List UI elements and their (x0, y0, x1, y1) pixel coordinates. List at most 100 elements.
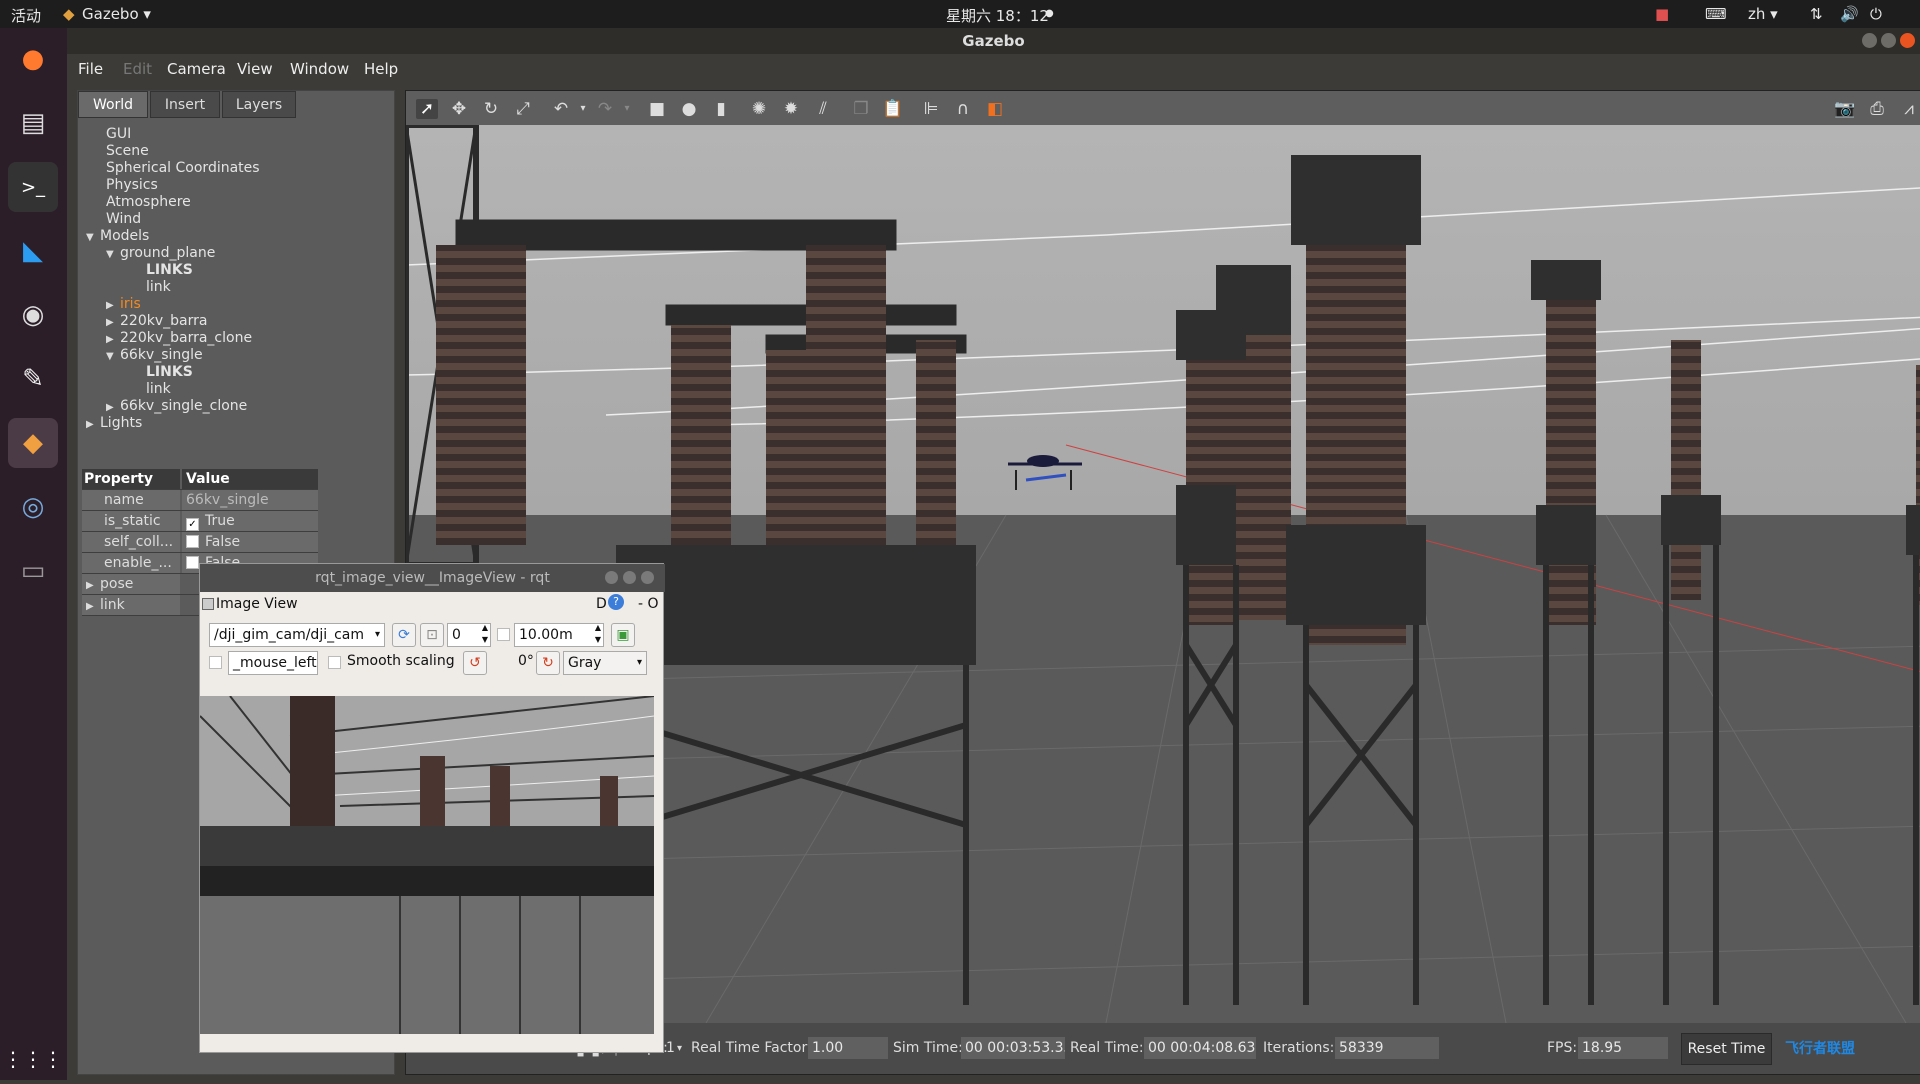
help-icon[interactable]: ? (608, 594, 624, 610)
tree-item-wind[interactable]: Wind (106, 211, 141, 228)
close-button[interactable] (1900, 33, 1915, 48)
tree-item-220kv-barra-clone[interactable]: ▶ 220kv_barra_clone (106, 330, 252, 348)
distance-spinbox[interactable]: 10.00m ▲ ▼ (514, 623, 604, 647)
camera-icon[interactable]: ◉ (8, 290, 58, 340)
expanded-arrow-icon[interactable]: ▼ (106, 246, 120, 263)
mouse-topic-input[interactable]: _mouse_left (228, 651, 318, 675)
tree-item-links[interactable]: LINKS (146, 262, 193, 279)
collapsed-arrow-icon[interactable]: ▶ (106, 331, 120, 348)
number-spinbox[interactable]: 0 ▲ ▼ (447, 623, 491, 647)
tree-item-iris[interactable]: ▶ iris (106, 296, 141, 314)
undo-icon[interactable]: ↶ (550, 99, 572, 119)
minimize-button[interactable] (1862, 33, 1877, 48)
box-shape-icon[interactable]: ■ (646, 99, 668, 119)
redo-icon[interactable]: ↷ (594, 99, 616, 119)
collapsed-arrow-icon[interactable]: ▶ (86, 576, 100, 594)
activities-button[interactable]: 活动 (11, 5, 41, 26)
property-value[interactable]: False (182, 532, 318, 552)
smooth-scaling-checkbox[interactable] (328, 656, 341, 669)
screen-record-icon[interactable]: ■ (1655, 5, 1669, 23)
log-icon[interactable]: ⎙ (1866, 99, 1888, 119)
keyboard-icon[interactable]: ⌨ (1705, 5, 1727, 23)
spin-arrows-icon[interactable]: ▲ ▼ (595, 624, 601, 646)
tree-item-220kv-barra[interactable]: ▶ 220kv_barra (106, 313, 207, 331)
tree-item-spherical[interactable]: Spherical Coordinates (106, 160, 260, 177)
plot-icon[interactable]: ⩘ (1898, 99, 1920, 119)
change-view-icon[interactable]: ◧ (984, 99, 1006, 119)
collapsed-arrow-icon[interactable]: ▶ (106, 297, 120, 314)
menu-file[interactable]: File (78, 60, 103, 78)
spot-light-icon[interactable]: ✹ (780, 99, 802, 119)
reset-time-button[interactable]: Reset Time (1681, 1033, 1772, 1065)
steps-dropdown-icon[interactable]: ▾ (677, 1043, 682, 1054)
files-icon[interactable]: ▤ (8, 98, 58, 148)
tab-world[interactable]: World (78, 91, 148, 118)
expanded-arrow-icon[interactable]: ▼ (86, 229, 100, 246)
property-row-is-static[interactable]: is_static ✓ True (82, 511, 318, 532)
checkbox-checked[interactable]: ✓ (186, 518, 199, 531)
volume-icon[interactable]: 🔊 (1840, 5, 1859, 23)
tree-item-scene[interactable]: Scene (106, 143, 149, 160)
tree-item-ground-plane[interactable]: ▼ ground_plane (106, 245, 215, 263)
tree-item-physics[interactable]: Physics (106, 177, 158, 194)
tree-item-gui[interactable]: GUI (106, 126, 131, 143)
select-mode-icon[interactable]: ➚ (416, 99, 438, 119)
topic-select[interactable]: /dji_gim_cam/dji_cam ▾ (209, 623, 385, 647)
menu-help[interactable]: Help (364, 60, 398, 78)
gazebo-icon[interactable]: ◆ (8, 418, 58, 468)
property-value[interactable]: 66kv_single (182, 490, 318, 510)
rqt-maximize-button[interactable] (623, 571, 636, 584)
rotate-right-button[interactable]: ↻ (536, 651, 560, 675)
tree-item-lights[interactable]: ▶ Lights (86, 415, 142, 433)
collapsed-arrow-icon[interactable]: ▶ (86, 597, 100, 615)
app-grid-icon[interactable]: ⋮⋮⋮ (3, 1034, 63, 1084)
tree-item-66kv-single-clone[interactable]: ▶ 66kv_single_clone (106, 398, 247, 416)
property-row-name[interactable]: name 66kv_single (82, 490, 318, 511)
tab-layers[interactable]: Layers (222, 91, 296, 118)
tree-item-links[interactable]: LINKS (146, 364, 193, 381)
rotate-left-button[interactable]: ↺ (463, 651, 487, 675)
scale-mode-icon[interactable]: ⤢ (512, 99, 534, 119)
property-row-self-collide[interactable]: self_coll... False (82, 532, 318, 553)
save-image-button[interactable]: ▣ (611, 623, 635, 647)
cylinder-shape-icon[interactable]: ▮ (710, 99, 732, 119)
text-editor-icon[interactable]: ✎ (8, 354, 58, 404)
collapsed-arrow-icon[interactable]: ▶ (106, 399, 120, 416)
tree-item-models[interactable]: ▼ Models (86, 228, 149, 246)
steps-value[interactable]: 1 (666, 1040, 675, 1056)
menu-camera[interactable]: Camera (167, 60, 226, 78)
undo-history-dropdown-icon[interactable]: ▾ (572, 99, 594, 119)
spin-arrows-icon[interactable]: ▲ ▼ (482, 624, 488, 646)
tree-item-link[interactable]: link (146, 381, 171, 398)
network-icon[interactable]: ⇅ (1810, 5, 1823, 23)
redo-history-dropdown-icon[interactable]: ▾ (616, 99, 638, 119)
collapsed-arrow-icon[interactable]: ▶ (106, 314, 120, 331)
paste-icon[interactable]: 📋 (882, 99, 904, 119)
menu-edit[interactable]: Edit (123, 60, 152, 78)
clock[interactable]: 星期六 18：12 (946, 5, 1049, 26)
property-value[interactable]: ✓ True (182, 511, 318, 531)
screenshot-icon[interactable]: 📷 (1834, 99, 1856, 119)
expanded-arrow-icon[interactable]: ▼ (106, 348, 120, 365)
sphere-shape-icon[interactable]: ● (678, 99, 700, 119)
maximize-button[interactable] (1881, 33, 1896, 48)
mouse-publish-checkbox[interactable] (209, 656, 222, 669)
rqt-minimize-button[interactable] (605, 571, 618, 584)
plugin-flags[interactable]: D (596, 596, 607, 612)
point-light-icon[interactable]: ✺ (748, 99, 770, 119)
app-menu-button[interactable]: Gazebo ▾ (82, 5, 151, 23)
qtcreator-icon[interactable]: ◎ (8, 482, 58, 532)
menu-view[interactable]: View (237, 60, 273, 78)
rotate-mode-icon[interactable]: ↻ (480, 99, 502, 119)
copy-icon[interactable]: ❐ (850, 99, 872, 119)
language-selector[interactable]: zh ▾ (1748, 5, 1778, 23)
collapsed-arrow-icon[interactable]: ▶ (86, 416, 100, 433)
tree-item-atmosphere[interactable]: Atmosphere (106, 194, 191, 211)
dynamic-range-checkbox[interactable] (497, 628, 510, 641)
refresh-topics-button[interactable]: ⟳ (392, 623, 416, 647)
vscode-icon[interactable]: ◣ (8, 226, 58, 276)
plugin-controls[interactable]: - O (638, 596, 659, 612)
tree-item-link[interactable]: link (146, 279, 171, 296)
tab-insert[interactable]: Insert (150, 91, 220, 118)
directional-light-icon[interactable]: ⫽ (812, 99, 834, 119)
